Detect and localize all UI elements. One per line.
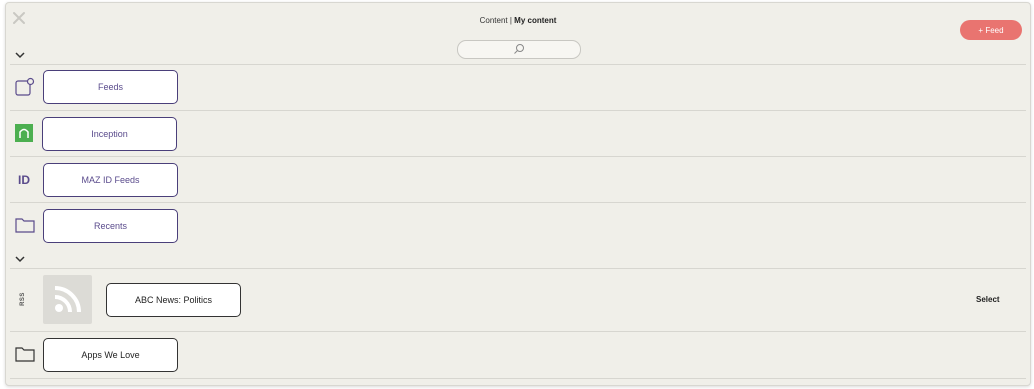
- rss-type-label: RSS: [19, 292, 26, 306]
- inception-logo-icon: [15, 124, 33, 142]
- page-title: Content | My content: [6, 16, 1030, 25]
- divider: [10, 110, 1026, 111]
- id-icon: ID: [18, 173, 30, 187]
- search-input[interactable]: [457, 40, 581, 59]
- select-link[interactable]: Select: [976, 295, 1000, 304]
- divider: [10, 156, 1026, 157]
- apps-we-love-button[interactable]: Apps We Love: [43, 338, 178, 372]
- content-panel: Content | My content + Feed Feeds Incept…: [5, 2, 1031, 386]
- title-bold: My content: [514, 16, 557, 25]
- rss-icon: [54, 286, 81, 313]
- divider: [10, 378, 1026, 379]
- abc-news-politics-button[interactable]: ABC News: Politics: [106, 283, 241, 317]
- chevron-down-icon[interactable]: [15, 255, 25, 263]
- divider: [10, 268, 1026, 269]
- inception-button[interactable]: Inception: [42, 117, 177, 151]
- chevron-down-icon[interactable]: [15, 51, 25, 59]
- title-prefix: Content |: [479, 16, 515, 25]
- folder-icon: [15, 218, 35, 233]
- feeds-button[interactable]: Feeds: [43, 70, 178, 104]
- recents-button[interactable]: Recents: [43, 209, 178, 243]
- maz-id-feeds-button[interactable]: MAZ ID Feeds: [43, 163, 178, 197]
- folder-icon: [15, 347, 35, 362]
- divider: [10, 64, 1026, 65]
- divider: [10, 331, 1026, 332]
- divider: [10, 202, 1026, 203]
- feed-box-icon: [15, 77, 35, 96]
- add-feed-button[interactable]: + Feed: [960, 20, 1022, 40]
- rss-thumbnail: [43, 275, 92, 324]
- search-icon: [514, 44, 524, 54]
